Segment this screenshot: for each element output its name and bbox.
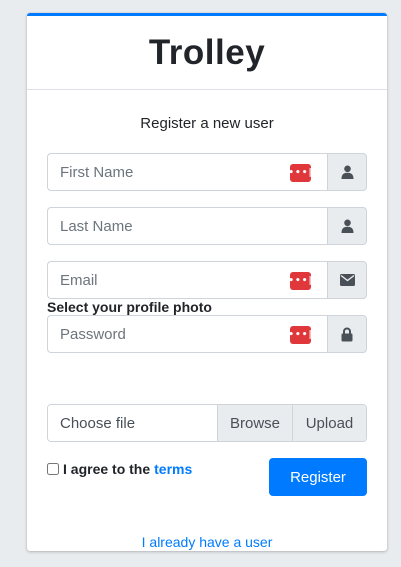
password-manager-icon[interactable]: •••| <box>288 164 313 182</box>
last-name-group <box>47 207 367 245</box>
password-manager-icon[interactable]: •••| <box>288 272 313 290</box>
user-icon <box>327 207 367 245</box>
envelope-icon <box>327 261 367 299</box>
first-name-group: •••| <box>47 153 367 191</box>
already-user-link[interactable]: I already have a user <box>142 534 273 550</box>
file-input-label[interactable]: Choose file <box>48 405 217 441</box>
password-manager-icon-glyph: •••| <box>288 167 313 178</box>
agree-terms: I agree to the terms <box>47 461 192 477</box>
profile-photo-label: Select your profile photo <box>47 299 212 315</box>
email-input[interactable] <box>48 262 327 298</box>
register-button[interactable]: Register <box>269 458 367 496</box>
password-group: •••| <box>47 315 367 353</box>
first-name-wrap: •••| <box>47 153 327 191</box>
agree-checkbox[interactable] <box>47 463 59 475</box>
lock-icon <box>327 315 367 353</box>
brand-logo[interactable]: Trolley <box>149 33 265 73</box>
already-user-row: I already have a user <box>27 534 387 550</box>
agree-text: I agree to the <box>63 461 151 477</box>
user-icon <box>327 153 367 191</box>
upload-button[interactable]: Upload <box>292 405 366 441</box>
password-wrap: •••| <box>47 315 327 353</box>
password-input[interactable] <box>48 316 327 352</box>
password-manager-icon[interactable]: •••| <box>288 326 313 344</box>
page-subtitle: Register a new user <box>140 115 274 132</box>
last-name-wrap <box>47 207 327 245</box>
password-manager-icon-glyph: •••| <box>288 329 313 340</box>
first-name-input[interactable] <box>48 154 327 190</box>
profile-photo-file-input[interactable]: Choose file Browse Upload <box>47 404 367 442</box>
card-body: Register a new user <box>27 115 387 133</box>
last-name-input[interactable] <box>48 208 327 244</box>
register-card: Trolley Register a new user •••| •••| <box>27 13 387 551</box>
browse-button[interactable]: Browse <box>217 405 292 441</box>
card-header: Trolley <box>27 16 387 90</box>
password-manager-icon-glyph: •••| <box>288 275 313 286</box>
email-wrap: •••| <box>47 261 327 299</box>
terms-link[interactable]: terms <box>154 461 192 477</box>
email-group: •••| <box>47 261 367 299</box>
